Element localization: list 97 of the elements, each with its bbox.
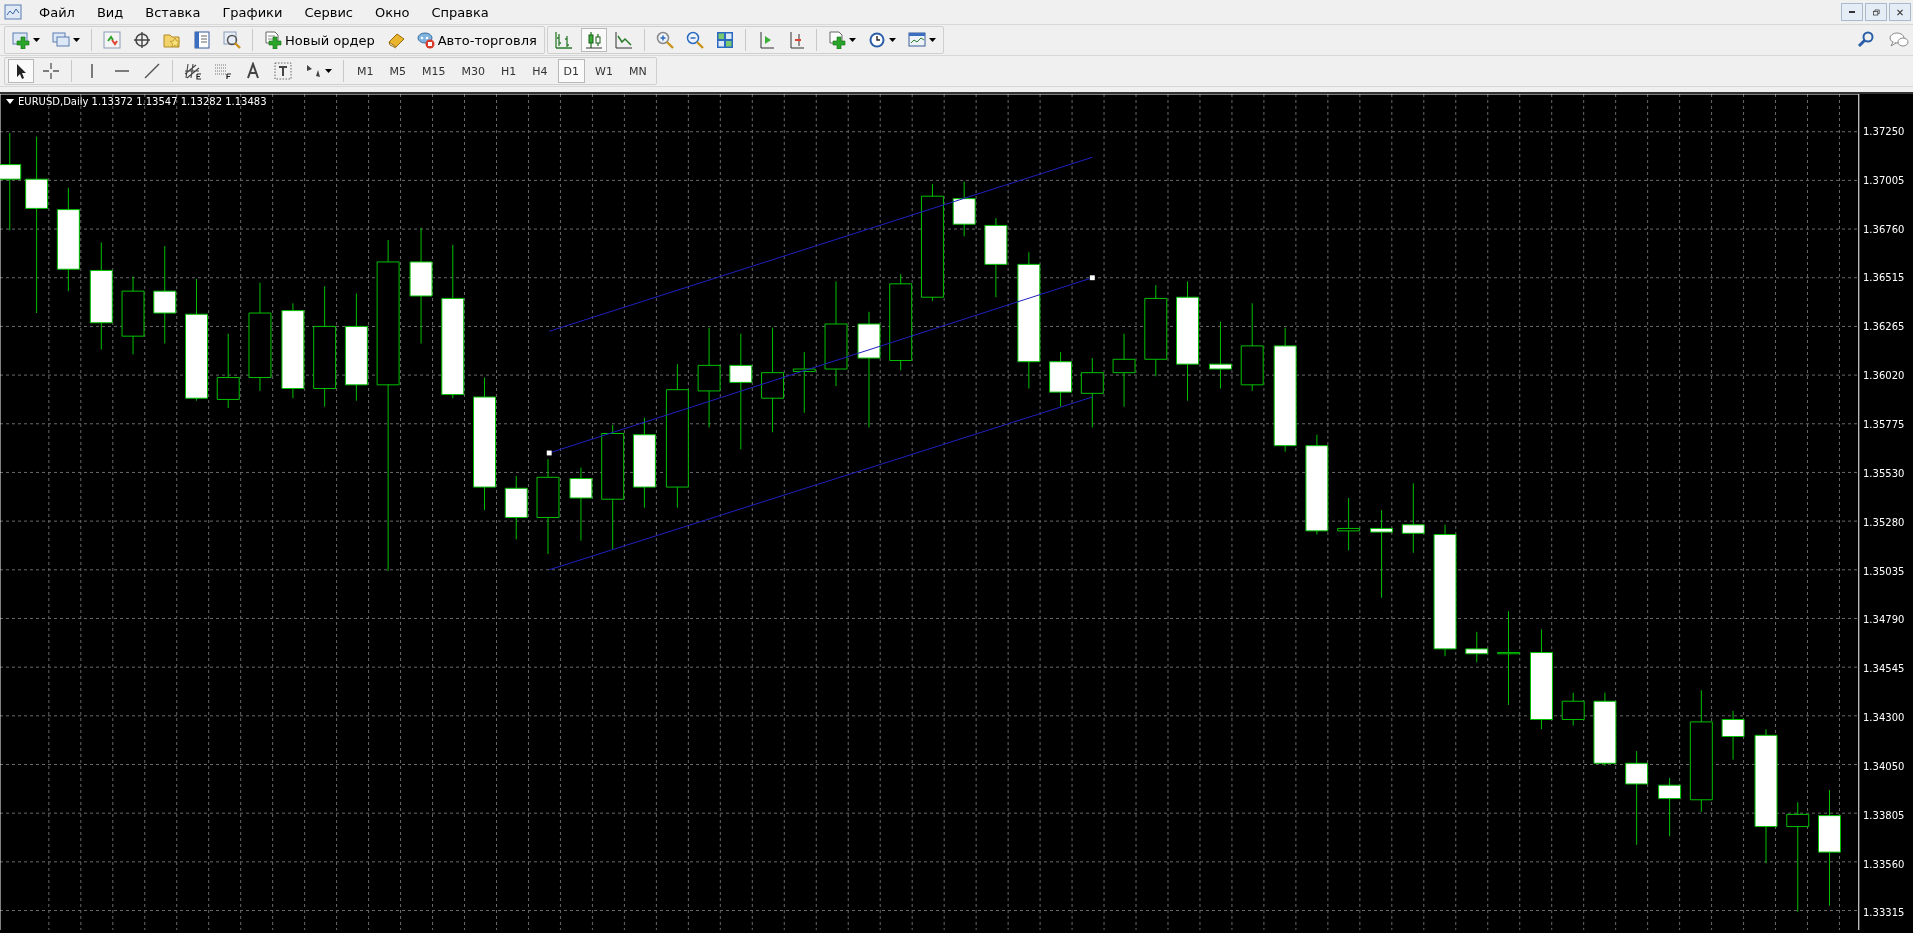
zoom-in-icon (655, 31, 674, 49)
price-label: 1.35280 (1863, 516, 1905, 529)
candlestick (1337, 497, 1361, 551)
close-button[interactable] (1889, 3, 1911, 21)
price-label: 1.36515 (1863, 272, 1905, 285)
candlestick (1401, 482, 1425, 554)
candlestick (504, 475, 528, 540)
price-label: 1.35775 (1863, 418, 1905, 431)
candlestick-icon (584, 31, 603, 49)
zoom-out-icon (685, 31, 704, 49)
candlestick (1561, 692, 1585, 727)
chart-header: EURUSD,Daily 1.13372 1.13547 1.13282 1.13483 (18, 96, 267, 107)
timeframe-button[interactable]: MN (622, 59, 653, 83)
candlestick (1658, 777, 1682, 837)
app-icon (4, 3, 22, 21)
clock-icon (867, 31, 886, 49)
restore-icon (1872, 6, 1880, 18)
dropdown-triangle-icon[interactable] (6, 99, 14, 104)
price-label: 1.34790 (1863, 614, 1905, 627)
caret-icon (73, 38, 80, 42)
timeframe-button[interactable]: M30 (455, 59, 491, 83)
timeframe-button[interactable]: M15 (416, 59, 452, 83)
channel-icon (184, 62, 202, 80)
document-plus-icon (264, 31, 282, 49)
bar-chart-icon (554, 31, 573, 49)
menu-item[interactable]: Вставка (134, 4, 212, 20)
folder-star-icon (163, 31, 181, 49)
caret-icon (33, 38, 40, 42)
caret-icon (848, 38, 856, 42)
anchor-point[interactable] (1089, 275, 1095, 281)
trend-line[interactable] (548, 156, 1093, 332)
candlestick (792, 351, 816, 414)
price-label: 1.33805 (1863, 809, 1905, 822)
document-plus-icon (827, 31, 846, 49)
fibonacci-icon (214, 62, 232, 80)
price-label: 1.34545 (1863, 663, 1905, 676)
candlestick (1049, 351, 1073, 408)
diagonal-line-icon (143, 62, 161, 80)
book-icon (386, 31, 405, 49)
robot-stop-icon (416, 31, 435, 49)
search-icon[interactable] (1857, 31, 1875, 49)
vertical-line-icon (91, 64, 93, 78)
price-label: 1.34050 (1863, 760, 1905, 773)
minimize-button[interactable] (1841, 3, 1863, 21)
chart-plus-icon (12, 31, 30, 49)
candlestick (1080, 357, 1104, 428)
price-label: 1.37250 (1863, 125, 1905, 138)
tool-button[interactable] (8, 59, 34, 83)
price-label: 1.33315 (1863, 907, 1905, 920)
price-label: 1.34300 (1863, 712, 1905, 725)
trend-line[interactable] (548, 396, 1093, 571)
chat-icon[interactable] (1889, 31, 1909, 49)
candlestick (1721, 710, 1745, 761)
panel-icon (193, 31, 211, 49)
price-label: 1.35530 (1863, 467, 1905, 480)
crosshair-icon (133, 31, 151, 49)
minimize-icon (1849, 11, 1855, 13)
menu-item[interactable]: Вид (85, 4, 135, 20)
arrows-icon (304, 62, 322, 80)
magnifier-chart-icon (223, 31, 241, 49)
chart-window-icon (907, 31, 926, 49)
caret-icon (928, 38, 936, 42)
menu-item[interactable]: Графики (211, 4, 294, 20)
menu-item[interactable]: Файл (28, 4, 86, 20)
timeframe-button[interactable]: H1 (495, 59, 523, 83)
price-label: 1.35035 (1863, 565, 1905, 578)
crosshair-icon (42, 62, 60, 80)
price-label: 1.33560 (1863, 858, 1905, 871)
arrows-icon (103, 31, 121, 49)
caret-icon (888, 38, 896, 42)
price-label: 1.36265 (1863, 321, 1905, 334)
grid-icon (715, 31, 734, 49)
price-label: 1.37005 (1863, 174, 1905, 187)
text-a-icon (244, 62, 262, 80)
new-order-button[interactable]: Новый ордер (260, 28, 379, 52)
candlestick (1465, 631, 1489, 663)
candlestick (1209, 321, 1232, 389)
menu-item[interactable]: Справка (420, 4, 500, 20)
restore-button[interactable] (1865, 3, 1887, 21)
chart-type-button[interactable] (580, 28, 607, 52)
candlestick (952, 181, 976, 237)
timeframe-button[interactable]: D1 (557, 59, 586, 83)
horizontal-line-icon (115, 70, 129, 72)
price-label: 1.36020 (1863, 370, 1905, 383)
menu-item[interactable]: Окно (364, 4, 421, 20)
text-frame-icon (274, 62, 292, 80)
price-label: 1.36760 (1863, 223, 1905, 236)
anchor-point[interactable] (546, 450, 552, 456)
timeframe-button[interactable]: W1 (589, 59, 619, 83)
timeframe-button[interactable]: M1 (351, 59, 380, 83)
caret-icon (325, 69, 332, 73)
line-chart-icon (614, 31, 633, 49)
timeframe-button[interactable]: M5 (383, 59, 412, 83)
timeframe-button[interactable]: H4 (526, 59, 554, 83)
auto-trading-button[interactable]: Авто-торговля (412, 28, 541, 52)
menu-item[interactable]: Сервис (293, 4, 364, 20)
windows-icon (52, 31, 70, 49)
